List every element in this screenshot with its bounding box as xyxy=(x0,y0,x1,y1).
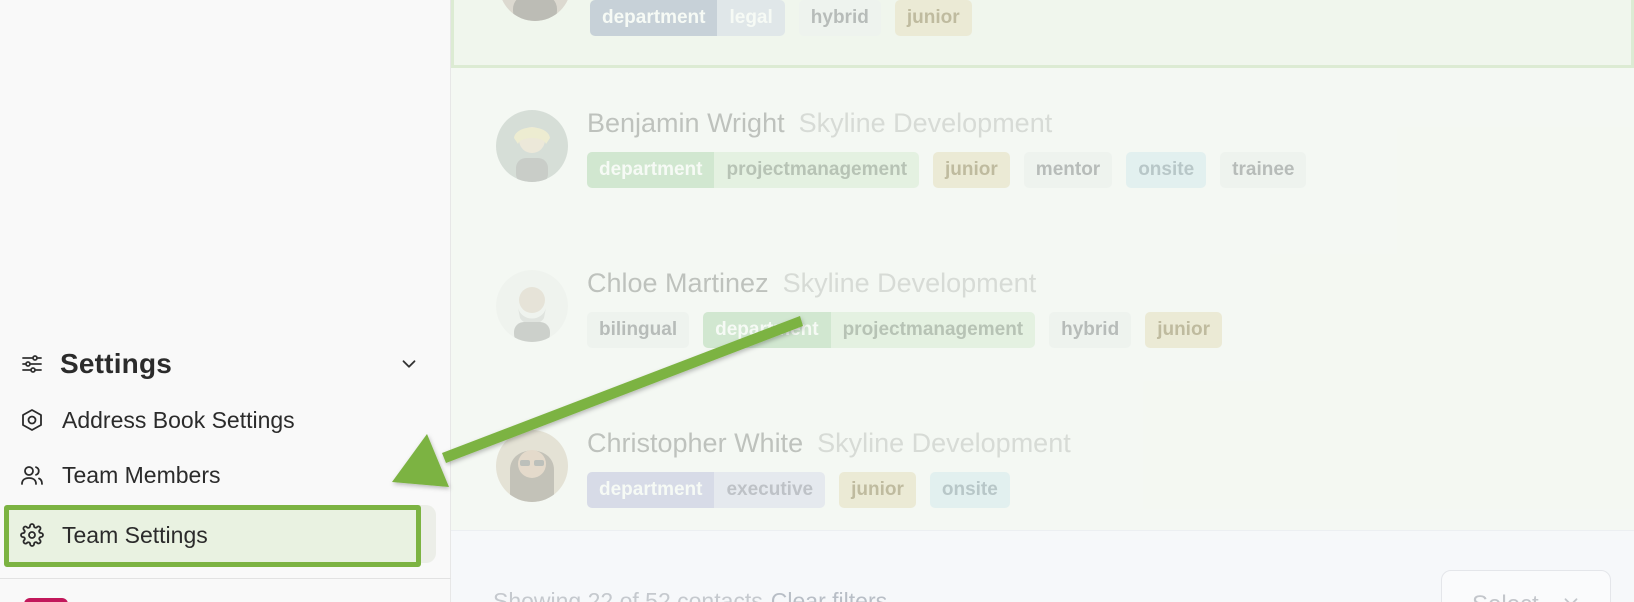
contact-row[interactable]: Chloe Martinez Skyline Development biling… xyxy=(451,242,1634,392)
tag-junior[interactable]: junior xyxy=(839,472,916,508)
tag-hybrid[interactable]: hybrid xyxy=(798,0,881,36)
contact-name[interactable]: Chloe Martinez Skyline Development xyxy=(587,268,1036,299)
tag-value: executive xyxy=(714,472,826,508)
tag-onsite[interactable]: onsite xyxy=(929,472,1010,508)
contact-name[interactable]: Benjamin Wright Skyline Development xyxy=(587,108,1052,139)
contact-list: department legal hybrid junior Benjamin … xyxy=(451,0,1634,602)
contact-row-selected[interactable]: department legal hybrid junior xyxy=(451,0,1634,68)
contact-company: Skyline Development xyxy=(798,108,1053,138)
tag-bilingual[interactable]: bilingual xyxy=(587,312,690,348)
tag-department-projectmanagement[interactable]: department projectmanagement xyxy=(587,152,920,188)
settings-section-title: Settings xyxy=(60,348,173,379)
tag-list: department projectmanagement junior ment… xyxy=(587,152,1307,188)
contact-row[interactable]: Benjamin Wright Skyline Development depar… xyxy=(451,82,1634,232)
select-dropdown[interactable]: Select xyxy=(1441,570,1611,602)
tag-department-projectmanagement[interactable]: department projectmanagement xyxy=(703,312,1036,348)
contact-name[interactable]: Christopher White Skyline Development xyxy=(587,428,1071,459)
tag-hybrid[interactable]: hybrid xyxy=(1049,312,1132,348)
avatar xyxy=(499,0,571,21)
users-icon xyxy=(21,466,43,485)
avatar xyxy=(496,270,568,342)
tag-value: projectmanagement xyxy=(714,152,920,188)
settings-section-header[interactable]: Settings xyxy=(20,344,420,384)
tag-key: department xyxy=(587,152,715,188)
chevron-down-icon xyxy=(1564,598,1578,602)
tag-junior[interactable]: junior xyxy=(933,152,1010,188)
chevron-down-icon[interactable] xyxy=(398,353,420,375)
tag-department-executive[interactable]: department executive xyxy=(587,472,826,508)
clear-filters-link[interactable]: Clear filters xyxy=(771,588,887,602)
sidebar: Settings Address Book Settings Team Memb… xyxy=(0,0,451,602)
sidebar-item-address-book-settings[interactable]: Address Book Settings xyxy=(20,398,440,442)
tag-junior[interactable]: junior xyxy=(894,0,972,36)
avatar xyxy=(496,430,568,502)
sidebar-item-label: Team Members xyxy=(62,461,221,488)
tag-trainee[interactable]: trainee xyxy=(1220,152,1307,188)
tag-key: department xyxy=(590,0,718,36)
contact-company: Skyline Development xyxy=(782,268,1037,298)
hexagon-settings-icon xyxy=(22,409,42,431)
contact-company: Skyline Development xyxy=(817,428,1071,458)
contact-full-name: Chloe Martinez xyxy=(587,268,769,298)
tag-mentor[interactable]: mentor xyxy=(1023,152,1113,188)
contact-full-name: Christopher White xyxy=(587,428,804,458)
tag-value: projectmanagement xyxy=(830,312,1036,348)
avatar xyxy=(496,110,568,182)
tag-onsite[interactable]: onsite xyxy=(1126,152,1207,188)
tag-list: department executive junior onsite xyxy=(587,472,1010,508)
sidebar-item-team-settings[interactable]: Team Settings xyxy=(20,513,440,557)
tag-junior[interactable]: junior xyxy=(1145,312,1222,348)
tag-key: department xyxy=(703,312,831,348)
contact-full-name: Benjamin Wright xyxy=(587,108,785,138)
sidebar-item-label: Team Settings xyxy=(62,521,208,548)
sliders-icon xyxy=(22,355,42,373)
results-summary: Showing 22 of 52 contacts Clear filters xyxy=(493,588,887,602)
tag-list: bilingual department projectmanagement h… xyxy=(587,312,1222,348)
sidebar-item-team-members[interactable]: Team Members xyxy=(20,453,440,497)
sidebar-item-label: Address Book Settings xyxy=(62,406,295,433)
tag-value: legal xyxy=(717,0,785,36)
select-label: Select xyxy=(1472,591,1539,602)
tag-key: department xyxy=(587,472,715,508)
tag-department-legal[interactable]: department legal xyxy=(590,0,785,36)
tag-list: department legal hybrid junior xyxy=(590,0,972,36)
user-avatar[interactable] xyxy=(24,598,68,602)
sidebar-divider xyxy=(0,578,451,579)
results-count: Showing 22 of 52 contacts xyxy=(493,588,763,602)
gear-icon xyxy=(20,523,44,547)
